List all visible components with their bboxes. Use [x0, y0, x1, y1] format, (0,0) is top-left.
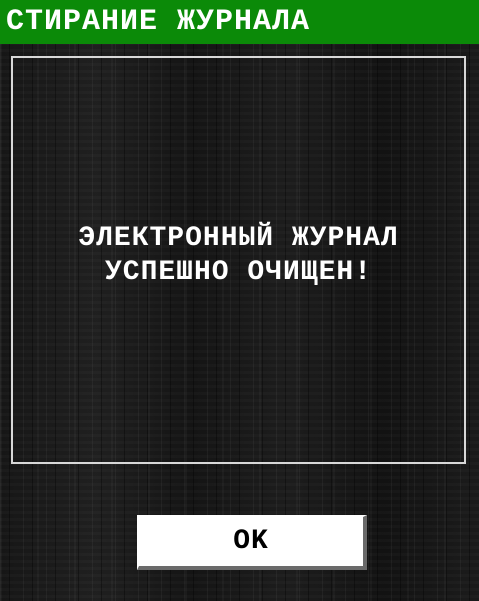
message-panel: ЭЛЕКТРОННЫЙ ЖУРНАЛ УСПЕШНО ОЧИЩЕН! — [11, 56, 466, 464]
dialog-screen: СТИРАНИЕ ЖУРНАЛА ЭЛЕКТРОННЫЙ ЖУРНАЛ УСПЕ… — [0, 0, 479, 601]
ok-button-label: OK — [233, 526, 269, 557]
status-message: ЭЛЕКТРОННЫЙ ЖУРНАЛ УСПЕШНО ОЧИЩЕН! — [78, 222, 398, 290]
window-title: СТИРАНИЕ ЖУРНАЛА — [6, 5, 311, 39]
message-line-2: УСПЕШНО ОЧИЩЕН! — [104, 257, 373, 288]
message-line-1: ЭЛЕКТРОННЫЙ ЖУРНАЛ — [78, 223, 399, 254]
ok-button[interactable]: OK — [137, 515, 367, 570]
title-bar: СТИРАНИЕ ЖУРНАЛА — [0, 0, 479, 44]
